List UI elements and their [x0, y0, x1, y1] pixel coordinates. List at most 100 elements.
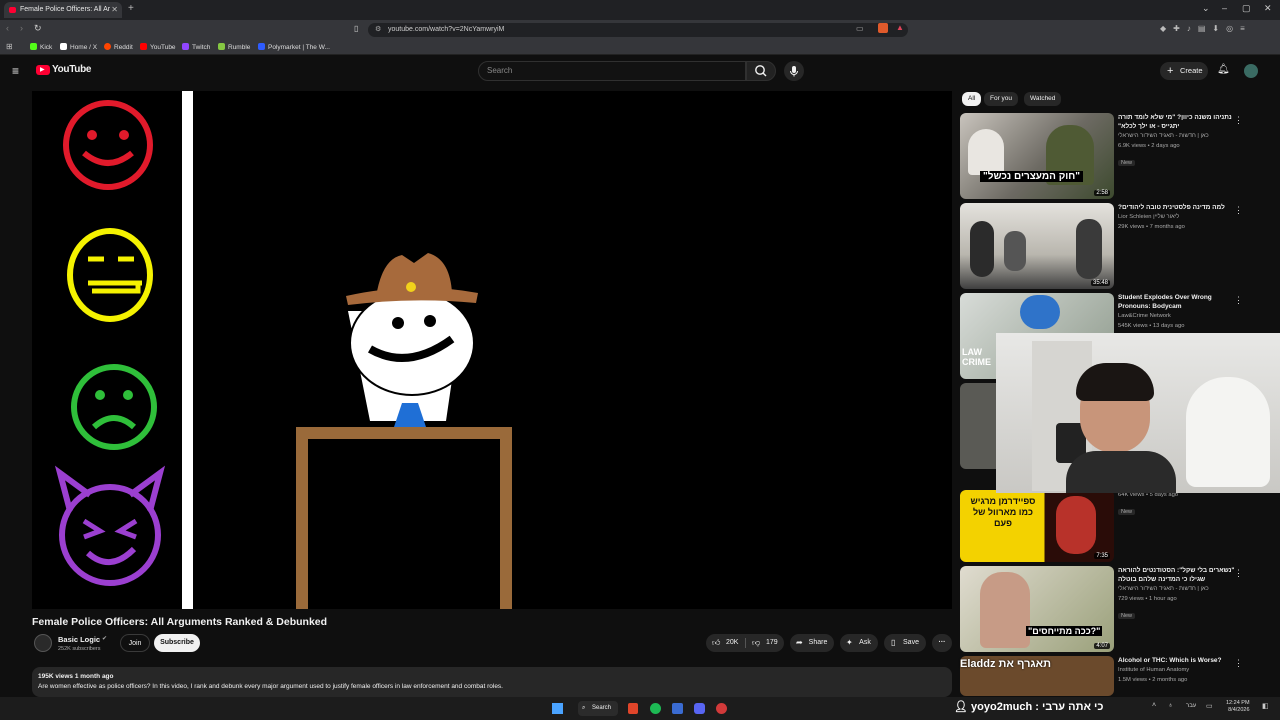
video-meta: "נשארים בלי שקל": הסטודנטים להוראה שגילו… — [1118, 566, 1236, 622]
video-title[interactable]: "נשארים בלי שקל": הסטודנטים להוראה שגילו… — [1118, 566, 1236, 584]
tray-chevron-icon[interactable]: ˄ — [1152, 702, 1156, 709]
discord-icon[interactable] — [694, 703, 705, 714]
chip-watched[interactable]: Watched — [1024, 92, 1062, 106]
apps-grid-icon[interactable]: ⊞ — [6, 42, 13, 51]
description-box[interactable]: 195K views 1 month ago Are women effecti… — [32, 667, 952, 697]
close-window-icon[interactable]: ✕ — [1264, 3, 1272, 14]
bookmark-reddit[interactable]: Reddit — [104, 42, 133, 53]
video-thumbnail[interactable]: "חוק המעצרים נכשל" 2:58 — [960, 113, 1114, 199]
like-icon[interactable]: 👍︎ — [712, 634, 720, 652]
youtube-logo-text[interactable]: YouTube — [52, 64, 92, 75]
youtube-favicon-icon — [9, 7, 16, 13]
spotify-icon[interactable] — [650, 703, 661, 714]
video-title[interactable]: למה מדינה פלסטינית טובה ליהודים? — [1118, 203, 1236, 212]
notification-center-icon[interactable]: ◧ — [1262, 702, 1269, 710]
forward-icon[interactable]: › — [20, 23, 23, 33]
reddit-icon — [104, 43, 111, 50]
channel-name[interactable]: Institute of Human Anatomy — [1118, 665, 1236, 675]
bookmark-youtube[interactable]: YouTube — [140, 42, 176, 53]
clock-date: 8/4/2026 — [1228, 707, 1250, 713]
steam-icon[interactable] — [672, 703, 683, 714]
tab-search-icon[interactable]: ⌄ — [1202, 3, 1210, 14]
more-options-icon[interactable]: ⋮ — [1234, 115, 1243, 126]
more-options-icon[interactable]: ⋮ — [1234, 658, 1243, 669]
windows-start-icon[interactable] — [552, 703, 563, 714]
address-bar[interactable]: ⚙ youtube.com/watch?v=2NcYamwryiM — [368, 23, 908, 37]
reload-icon[interactable]: ↻ — [34, 23, 42, 34]
puzzle-icon[interactable]: ✚ — [1173, 24, 1187, 33]
bookmarks-bar: ⊞ Kick Home / X Reddit YouTube Twitch Ru… — [0, 40, 1280, 55]
chip-all[interactable]: All — [962, 92, 982, 106]
new-tab-icon[interactable]: + — [128, 3, 134, 14]
recommendation-card[interactable]: ספיידרמן מרגיש כמו מארוול של פעם 7:35 64… — [960, 490, 1260, 578]
streamer-shirt — [1066, 451, 1176, 493]
bookmark-icon[interactable]: ▯ — [354, 24, 358, 33]
site-info-icon[interactable]: ⚙ — [375, 23, 381, 37]
more-options-icon[interactable]: ⋮ — [1234, 295, 1243, 306]
extension-icon[interactable]: ◆ — [1160, 24, 1173, 33]
brave-taskbar-icon[interactable] — [628, 703, 638, 714]
recommendation-card[interactable]: 35:48 למה מדינה פלסטינית טובה ליהודים? L… — [960, 203, 1260, 291]
minimize-icon[interactable]: – — [1222, 3, 1227, 13]
recommendation-card[interactable]: "ככה מתייחסים?" 4:07 "נשארים בלי שקל": ה… — [960, 566, 1260, 654]
search-button[interactable] — [746, 61, 776, 81]
wallet-icon[interactable]: ◎ — [1226, 24, 1240, 33]
dislike-count[interactable]: 179 — [766, 634, 778, 652]
download-icon[interactable]: ⬇ — [1212, 24, 1226, 33]
like-count[interactable]: 20K — [726, 634, 738, 652]
sidebar-icon[interactable]: ▤ — [1198, 24, 1213, 33]
dislike-icon[interactable]: 👎︎ — [752, 634, 760, 652]
bookmark-polymarket[interactable]: Polymarket | The W... — [258, 42, 330, 53]
channel-name[interactable]: Lior Schleien ליאור שליין — [1118, 212, 1236, 222]
tab-close-icon[interactable]: ✕ — [111, 2, 118, 18]
language-indicator[interactable]: עבר — [1186, 703, 1196, 709]
bookmark-kick[interactable]: Kick — [30, 42, 52, 53]
network-icon[interactable]: ▭ — [1206, 702, 1213, 710]
bookmark-x[interactable]: Home / X — [60, 42, 97, 53]
obs-icon[interactable] — [716, 703, 727, 714]
menu-icon[interactable]: ≡ — [1240, 24, 1252, 33]
channel-avatar[interactable] — [34, 634, 52, 652]
brave-shield-icon[interactable] — [878, 23, 888, 33]
music-icon[interactable]: ♪ — [1187, 24, 1198, 33]
back-icon[interactable]: ‹ — [6, 23, 9, 33]
create-button[interactable]: + Create — [1160, 62, 1208, 80]
tray-mic-icon[interactable]: ♁ — [1168, 702, 1173, 709]
subscribe-button[interactable]: Subscribe — [154, 634, 200, 652]
system-clock[interactable]: 12:24 PM 8/4/2026 — [1226, 700, 1250, 714]
video-thumbnail[interactable]: "ככה מתייחסים?" 4:07 — [960, 566, 1114, 652]
channel-name[interactable]: Law&Crime Network — [1118, 311, 1236, 321]
channel-name[interactable]: Basic Logic — [58, 635, 100, 644]
more-options-icon[interactable]: ⋮ — [1234, 568, 1243, 579]
voice-search-button[interactable] — [784, 61, 804, 81]
chip-for-you[interactable]: For you — [984, 92, 1019, 106]
taskbar-search[interactable]: ⌕ Search — [578, 701, 618, 716]
more-actions-icon[interactable]: ··· — [932, 634, 952, 652]
hamburger-menu-icon[interactable]: ≡ — [12, 64, 19, 78]
maximize-icon[interactable]: ▢ — [1242, 3, 1251, 14]
video-title[interactable]: נתניהו משנה כיוון? "מי שלא לומד תורה יתג… — [1118, 113, 1236, 131]
rewards-icon[interactable]: ▲ — [896, 23, 904, 32]
notifications-bell-icon[interactable]: 🔔︎ — [1217, 64, 1230, 75]
video-thumbnail[interactable]: 35:48 — [960, 203, 1114, 289]
chat-message: 👤︎ yoyo2much : כי אתה ערבי — [954, 700, 1103, 713]
save-button[interactable]: ▯ Save — [884, 634, 926, 652]
ask-button[interactable]: ✦ Ask — [840, 634, 878, 652]
video-title[interactable]: Alcohol or THC: Which is Worse? — [1118, 656, 1236, 665]
search-input[interactable]: Search — [478, 61, 746, 81]
browser-tab[interactable]: Female Police Officers: All Ar ✕ — [4, 2, 122, 18]
channel-name[interactable]: כאן | חדשות - תאגיד השידור הישראלי — [1118, 584, 1236, 594]
plus-icon: + — [1167, 65, 1174, 77]
video-thumbnail[interactable]: ספיידרמן מרגיש כמו מארוול של פעם 7:35 — [960, 490, 1114, 562]
avatar[interactable] — [1244, 64, 1258, 78]
share-button[interactable]: ➦ Share — [790, 634, 834, 652]
bookmark-twitch[interactable]: Twitch — [182, 42, 210, 53]
cast-icon[interactable]: ▭ — [856, 24, 864, 33]
channel-name[interactable]: כאן | חדשות - תאגיד השידור הישראלי — [1118, 131, 1236, 141]
join-button[interactable]: Join — [120, 634, 150, 652]
more-options-icon[interactable]: ⋮ — [1234, 205, 1243, 216]
recommendation-card[interactable]: "חוק המעצרים נכשל" 2:58 נתניהו משנה כיוו… — [960, 113, 1260, 201]
video-title[interactable]: Student Explodes Over Wrong Pronouns: Bo… — [1118, 293, 1236, 311]
bookmark-rumble[interactable]: Rumble — [218, 42, 250, 53]
video-player[interactable] — [32, 91, 952, 609]
